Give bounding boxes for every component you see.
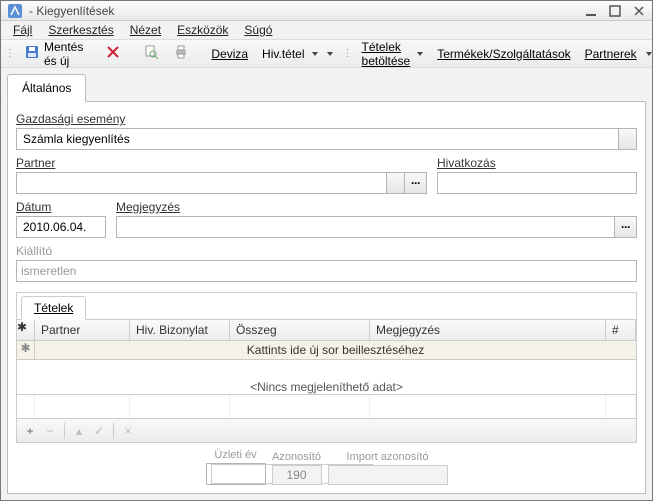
menubar: Fájl Szerkesztés Nézet Eszközök Súgó: [1, 21, 652, 40]
date-picker[interactable]: [16, 216, 106, 238]
window-title: - Kiegyenlítések: [29, 4, 584, 18]
maximize-button[interactable]: [608, 4, 622, 18]
delete-icon: [105, 44, 121, 63]
grid-col-amount[interactable]: Összeg: [230, 320, 370, 340]
grid-remove-button[interactable]: −: [41, 422, 59, 440]
toolbar: ⋮ Mentés és új Deviza Hiv.tétel ⋮ Tétele…: [1, 40, 652, 68]
grid-col-hash[interactable]: #: [606, 320, 636, 340]
partner-label: Partner: [16, 156, 427, 170]
grid-rowselector-header[interactable]: ✱: [17, 320, 35, 340]
magnifier-icon: [143, 44, 159, 63]
year-combo[interactable]: [206, 463, 266, 485]
import-id-label: Import azonosító: [347, 451, 429, 463]
ref-item-label: Hiv.tétel: [262, 47, 304, 61]
app-window: - Kiegyenlítések Fájl Szerkesztés Nézet …: [0, 0, 653, 501]
partners-label: Partnerek: [585, 47, 637, 61]
app-icon: [7, 3, 23, 19]
tab-general[interactable]: Általános: [7, 74, 86, 102]
printer-icon: [173, 44, 189, 63]
save-new-button[interactable]: Mentés és új: [17, 37, 90, 71]
event-dropdown-button[interactable]: [618, 129, 636, 149]
load-items-button[interactable]: Tételek betöltése: [355, 37, 431, 71]
products-button[interactable]: Termékek/Szolgáltatások: [430, 44, 577, 64]
minimize-button[interactable]: [584, 4, 598, 18]
content-area: Általános Gazdasági esemény Partner: [1, 68, 652, 500]
issuer-label: Kiállító: [16, 244, 637, 258]
grid-accept-button[interactable]: ✓: [90, 422, 108, 440]
partners-button[interactable]: Partnerek: [578, 44, 644, 64]
print-button[interactable]: [166, 41, 196, 66]
grid-new-row[interactable]: ✱ Kattints ide új sor beillesztéséhez: [17, 341, 636, 360]
note-field[interactable]: ···: [116, 216, 637, 238]
grid-header: ✱ Partner Hiv. Bizonylat Összeg Megjegyz…: [17, 320, 636, 341]
reference-input[interactable]: [437, 172, 637, 194]
id-label: Azonosító: [272, 451, 321, 463]
grid-newrow-text: Kattints ide új sor beillesztéséhez: [35, 341, 636, 359]
grid-col-refdoc[interactable]: Hiv. Bizonylat: [130, 320, 230, 340]
print-preview-button[interactable]: [136, 41, 166, 66]
currency-label: Deviza: [211, 47, 248, 61]
plus-icon: +: [26, 424, 33, 438]
partner-browse-button[interactable]: ···: [404, 173, 426, 193]
year-label: Üzleti év: [214, 449, 256, 461]
note-label: Megjegyzés: [116, 200, 637, 214]
note-input[interactable]: [121, 217, 614, 237]
event-combo[interactable]: [16, 128, 637, 150]
grid-tab-items[interactable]: Tételek: [21, 296, 86, 320]
check-icon: ✓: [94, 424, 104, 438]
save-new-label: Mentés és új: [44, 40, 83, 68]
toolbar-grip: ⋮: [3, 48, 17, 59]
partner-input[interactable]: [21, 173, 386, 193]
products-label: Termékek/Szolgáltatások: [437, 47, 570, 61]
cancel-icon: ×: [124, 424, 131, 438]
grid-empty-text: <Nincs megjeleníthető adat>: [17, 360, 636, 394]
chevron-down-icon: [312, 52, 318, 56]
titlebar: - Kiegyenlítések: [1, 1, 652, 21]
items-grid: Tételek ✱ Partner Hiv. Bizonylat Összeg …: [16, 292, 637, 443]
grid-col-partner[interactable]: Partner: [35, 320, 130, 340]
grid-add-button[interactable]: +: [21, 422, 39, 440]
menu-view[interactable]: Nézet: [124, 21, 167, 39]
save-icon: [24, 44, 40, 63]
grid-col-note[interactable]: Megjegyzés: [370, 320, 606, 340]
partner-combo[interactable]: ···: [16, 172, 427, 194]
chevron-down-icon: [417, 52, 423, 56]
newrow-marker-icon: ✱: [17, 341, 35, 359]
note-browse-button[interactable]: ···: [614, 217, 636, 237]
grid-cancel-button[interactable]: ×: [119, 422, 137, 440]
close-button[interactable]: [632, 4, 646, 18]
date-label: Dátum: [16, 200, 106, 214]
partner-dropdown-button[interactable]: [386, 173, 404, 193]
event-input[interactable]: [21, 129, 618, 149]
minus-icon: −: [46, 424, 53, 438]
tabstrip: Általános: [7, 74, 646, 102]
triangle-icon: ▴: [76, 424, 82, 438]
load-items-label: Tételek betöltése: [362, 40, 411, 68]
delete-button[interactable]: [98, 41, 128, 66]
footer: Üzleti év Azonosító Import azonosító: [16, 443, 637, 487]
event-label: Gazdasági esemény: [16, 112, 637, 126]
issuer-input: [16, 260, 637, 282]
currency-button[interactable]: Deviza: [204, 44, 255, 64]
import-id-input: [328, 465, 448, 485]
id-input: [272, 465, 322, 485]
toolbar-overflow-1[interactable]: [325, 52, 333, 56]
ref-item-button[interactable]: Hiv.tétel: [255, 44, 324, 64]
toolbar-overflow-2[interactable]: [644, 52, 652, 56]
tab-panel-general: Gazdasági esemény Partner ···: [7, 102, 646, 494]
grid-nav-toolbar: + − ▴ ✓ ×: [17, 418, 636, 442]
menu-tools[interactable]: Eszközök: [171, 21, 234, 39]
grid-edit-begin-button[interactable]: ▴: [70, 422, 88, 440]
menu-help[interactable]: Súgó: [238, 21, 278, 39]
reference-label: Hivatkozás: [437, 156, 637, 170]
grid-summary-bar: [17, 394, 636, 418]
toolbar-grip-2: ⋮: [341, 48, 355, 59]
